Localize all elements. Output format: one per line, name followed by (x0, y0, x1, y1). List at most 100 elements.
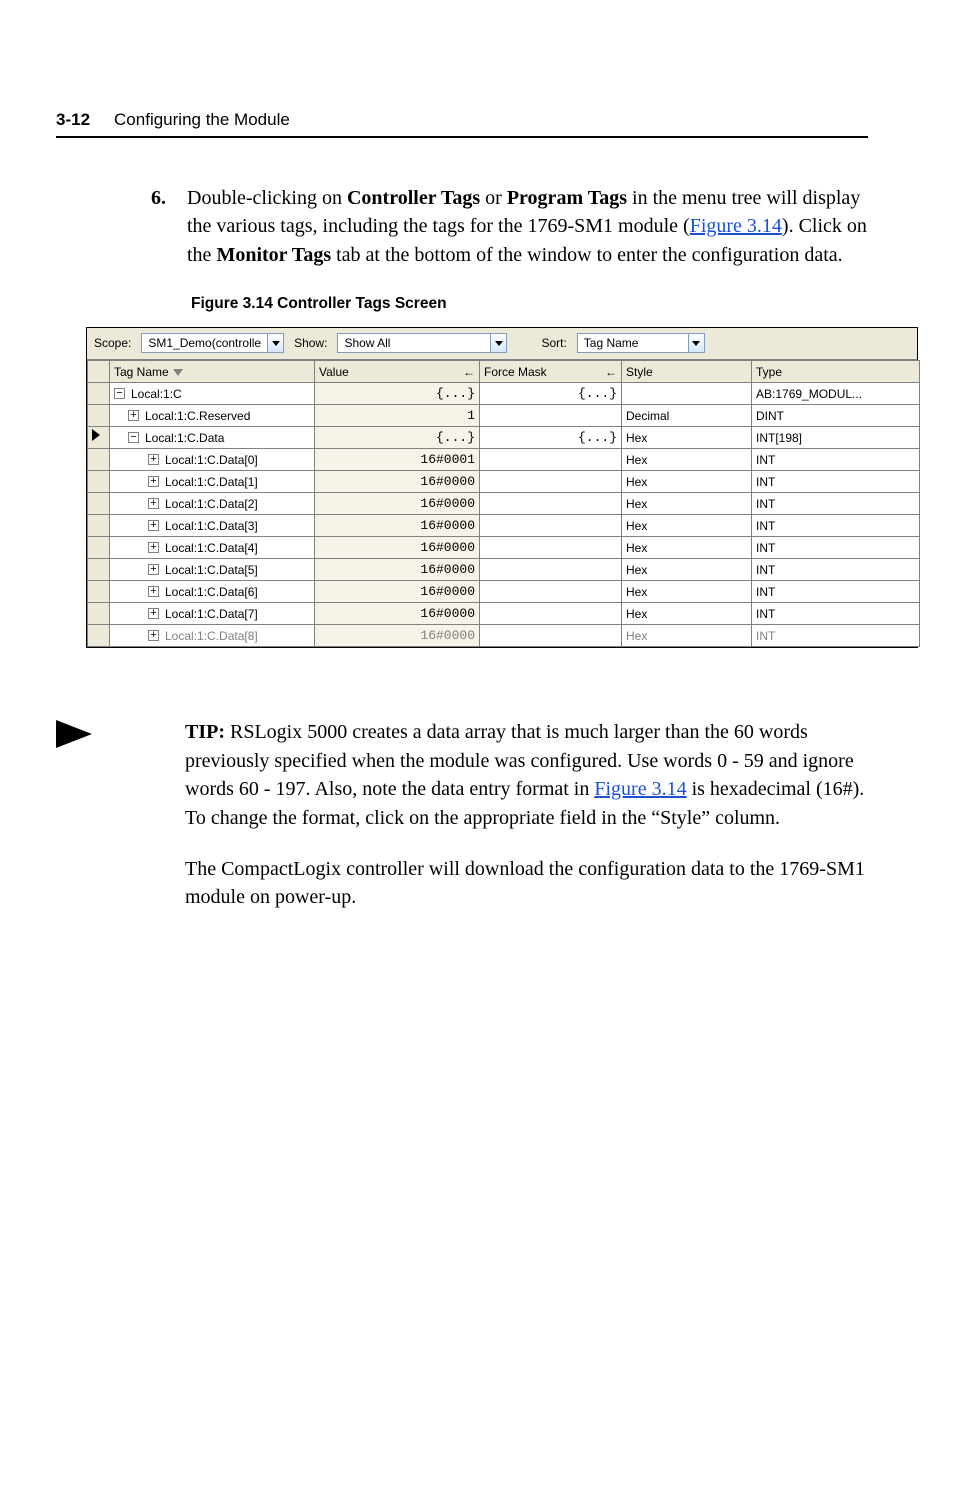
table-row[interactable]: −Local:1:C.Data{...}{...}HexINT[198] (88, 427, 920, 449)
expand-icon[interactable]: + (148, 630, 159, 641)
cell-tag-name[interactable]: + Local:1:C.Data[0] (110, 449, 315, 471)
row-header[interactable] (88, 515, 110, 537)
cell-tag-name[interactable]: −Local:1:C.Data (110, 427, 315, 449)
col-header-type[interactable]: Type (752, 361, 920, 383)
expand-icon[interactable]: + (148, 608, 159, 619)
collapse-icon[interactable]: − (114, 388, 125, 399)
cell-tag-name[interactable]: +Local:1:C.Data[8] (110, 625, 315, 647)
cell-style[interactable] (622, 383, 752, 405)
expand-icon[interactable]: + (128, 410, 139, 421)
cell-style[interactable]: Decimal (622, 405, 752, 427)
row-header[interactable] (88, 537, 110, 559)
cell-value[interactable]: {...} (315, 383, 480, 405)
cell-style[interactable]: Hex (622, 581, 752, 603)
cell-value[interactable]: 16#0001 (315, 449, 480, 471)
expand-icon[interactable]: + (148, 586, 159, 597)
cell-style[interactable]: Hex (622, 493, 752, 515)
table-row[interactable]: +Local:1:C.Data[8]16#0000HexINT (88, 625, 920, 647)
cell-style[interactable]: Hex (622, 537, 752, 559)
row-header[interactable] (88, 427, 110, 449)
cell-value[interactable]: {...} (315, 427, 480, 449)
chevron-down-icon[interactable] (490, 334, 506, 352)
cell-force-mask[interactable] (480, 493, 622, 515)
cell-force-mask[interactable]: {...} (480, 383, 622, 405)
cell-style[interactable]: Hex (622, 449, 752, 471)
cell-style[interactable]: Hex (622, 515, 752, 537)
col-header-style[interactable]: Style (622, 361, 752, 383)
cell-style[interactable]: Hex (622, 559, 752, 581)
cell-force-mask[interactable] (480, 603, 622, 625)
table-row[interactable]: −Local:1:C{...}{...}AB:1769_MODUL... (88, 383, 920, 405)
row-header[interactable] (88, 405, 110, 427)
table-row[interactable]: +Local:1:C.Data[4]16#0000HexINT (88, 537, 920, 559)
cell-tag-name[interactable]: +Local:1:C.Data[5] (110, 559, 315, 581)
expand-icon[interactable]: + (148, 498, 159, 509)
cell-value[interactable]: 16#0000 (315, 603, 480, 625)
scope-dropdown[interactable]: SM1_Demo(controlle (141, 333, 284, 353)
cell-force-mask[interactable] (480, 537, 622, 559)
row-header[interactable] (88, 471, 110, 493)
sort-dropdown[interactable]: Tag Name (577, 333, 705, 353)
cell-tag-name[interactable]: −Local:1:C (110, 383, 315, 405)
tag-name-text: Local:1:C.Data[0] (165, 453, 258, 467)
cell-style[interactable]: Hex (622, 427, 752, 449)
cell-value[interactable]: 1 (315, 405, 480, 427)
cell-tag-name[interactable]: +Local:1:C.Data[7] (110, 603, 315, 625)
cell-tag-name[interactable]: +Local:1:C.Data[2] (110, 493, 315, 515)
table-row[interactable]: +Local:1:C.Data[0]16#0001HexINT (88, 449, 920, 471)
cell-value[interactable]: 16#0000 (315, 625, 480, 647)
row-header[interactable] (88, 449, 110, 471)
cell-tag-name[interactable]: +Local:1:C.Data[3] (110, 515, 315, 537)
cell-force-mask[interactable] (480, 471, 622, 493)
row-header[interactable] (88, 383, 110, 405)
cell-force-mask[interactable] (480, 581, 622, 603)
row-header[interactable] (88, 603, 110, 625)
cell-style[interactable]: Hex (622, 603, 752, 625)
col-header-value[interactable]: Value← (315, 361, 480, 383)
cell-tag-name[interactable]: +Local:1:C.Data[6] (110, 581, 315, 603)
table-row[interactable]: +Local:1:C.Data[1]16#0000HexINT (88, 471, 920, 493)
expand-icon[interactable]: + (148, 476, 159, 487)
cell-style[interactable]: Hex (622, 471, 752, 493)
table-row[interactable]: +Local:1:C.Reserved1DecimalDINT (88, 405, 920, 427)
row-header[interactable] (88, 581, 110, 603)
expand-icon[interactable]: + (148, 542, 159, 553)
tag-name-text: Local:1:C.Data (145, 431, 224, 445)
row-header[interactable] (88, 625, 110, 647)
table-row[interactable]: +Local:1:C.Data[6]16#0000HexINT (88, 581, 920, 603)
cell-value[interactable]: 16#0000 (315, 515, 480, 537)
cell-value[interactable]: 16#0000 (315, 537, 480, 559)
table-row[interactable]: +Local:1:C.Data[5]16#0000HexINT (88, 559, 920, 581)
cell-value[interactable]: 16#0000 (315, 493, 480, 515)
chevron-down-icon[interactable] (688, 334, 704, 352)
cell-force-mask[interactable] (480, 449, 622, 471)
table-row[interactable]: +Local:1:C.Data[3]16#0000HexINT (88, 515, 920, 537)
cell-value[interactable]: 16#0000 (315, 581, 480, 603)
cell-tag-name[interactable]: +Local:1:C.Data[1] (110, 471, 315, 493)
expand-icon[interactable]: + (148, 520, 159, 531)
col-header-force-mask[interactable]: Force Mask← (480, 361, 622, 383)
cell-force-mask[interactable] (480, 515, 622, 537)
cell-value[interactable]: 16#0000 (315, 559, 480, 581)
cell-force-mask[interactable] (480, 559, 622, 581)
row-header[interactable] (88, 559, 110, 581)
table-row[interactable]: +Local:1:C.Data[2]16#0000HexINT (88, 493, 920, 515)
show-dropdown[interactable]: Show All (337, 333, 507, 353)
cell-force-mask[interactable]: {...} (480, 427, 622, 449)
row-header[interactable] (88, 493, 110, 515)
expand-icon[interactable]: + (148, 564, 159, 575)
table-row[interactable]: +Local:1:C.Data[7]16#0000HexINT (88, 603, 920, 625)
collapse-icon[interactable]: − (128, 432, 139, 443)
cell-value[interactable]: 16#0000 (315, 471, 480, 493)
expand-icon[interactable]: + (148, 454, 159, 465)
chevron-down-icon[interactable] (267, 334, 283, 352)
cell-force-mask[interactable] (480, 625, 622, 647)
link-figure-3-14[interactable]: Figure 3.14 (594, 778, 686, 800)
cell-style[interactable]: Hex (622, 625, 752, 647)
cell-force-mask[interactable] (480, 405, 622, 427)
link-figure-3-14[interactable]: Figure 3.14 (690, 215, 782, 237)
col-header-tag-name[interactable]: Tag Name (110, 361, 315, 383)
cell-tag-name[interactable]: +Local:1:C.Data[4] (110, 537, 315, 559)
cell-tag-name[interactable]: +Local:1:C.Reserved (110, 405, 315, 427)
text: tab at the bottom of the window to enter… (331, 244, 843, 266)
